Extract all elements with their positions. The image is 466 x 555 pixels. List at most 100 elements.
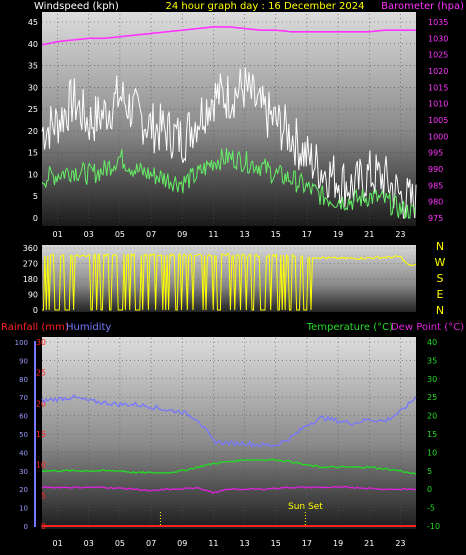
temperature-humidity-panel: 0102030405060708090100 051015202530 -10-… <box>15 337 440 548</box>
x-tick-label: 23 <box>395 539 405 548</box>
x-tick-label: 11 <box>208 230 218 239</box>
direction-tick-label: 360 <box>23 244 38 253</box>
weather-graphs: Windspeed (kph) 24 hour graph day : 16 D… <box>1 1 464 548</box>
graph-title: 24 hour graph day : 16 December 2024 <box>166 1 365 12</box>
temperature-ticks: -10 -5 0 5 10 15 20 25 30 35 40 <box>427 338 440 531</box>
humidity-tick-label: 0 <box>24 523 28 531</box>
direction-ticks: 0 90 180 270 360 <box>23 244 38 315</box>
barometer-tick-label: 975 <box>428 214 443 223</box>
panel-3-background <box>42 337 416 529</box>
barometer-tick-label: 980 <box>428 198 443 207</box>
humidity-tick-label: 80 <box>19 376 28 384</box>
rainfall-tick-label: 30 <box>36 338 46 347</box>
wind-ticks: 0 5 10 15 20 25 30 35 40 45 <box>28 18 38 223</box>
barometer-tick-label: 1010 <box>428 100 448 109</box>
humidity-tick-label: 50 <box>19 431 28 439</box>
temperature-axis-label: Temperature (°C) <box>306 322 393 333</box>
direction-tick-label: 90 <box>28 291 38 300</box>
panel-3-x-ticks: 01 03 05 07 09 11 13 15 17 19 21 23 <box>52 539 405 548</box>
wind-tick-label: 10 <box>28 170 38 179</box>
humidity-tick-label: 100 <box>15 339 28 347</box>
x-tick-label: 19 <box>333 539 343 548</box>
temperature-tick-label: 25 <box>427 393 437 402</box>
direction-tick-label: 180 <box>23 275 38 284</box>
direction-tick-label: 0 <box>33 306 38 315</box>
x-tick-label: 07 <box>146 539 156 548</box>
wind-tick-label: 15 <box>28 149 38 158</box>
x-tick-label: 21 <box>364 539 374 548</box>
barometer-ticks: 975 980 985 990 995 1000 1005 1010 1015 1020 1025 1… <box>428 18 448 223</box>
temperature-tick-label: 40 <box>427 338 437 347</box>
x-tick-label: 05 <box>115 539 125 548</box>
temperature-tick-label: 10 <box>427 448 437 457</box>
wind-tick-label: 40 <box>28 40 38 49</box>
wind-tick-label: 5 <box>33 192 38 201</box>
wind-tick-label: 25 <box>28 105 38 114</box>
wind-tick-label: 35 <box>28 62 38 71</box>
rainfall-tick-label: 15 <box>36 430 46 439</box>
x-tick-label: 09 <box>177 539 187 548</box>
wind-pressure-panel: 051015202530354045 975980985990995100010… <box>28 12 448 239</box>
humidity-tick-label: 20 <box>19 486 28 494</box>
temperature-tick-label: 5 <box>427 467 432 476</box>
humidity-tick-label: 90 <box>19 357 28 365</box>
panel-1-x-ticks: 01 03 05 07 09 11 13 15 17 19 21 23 <box>52 230 405 239</box>
x-tick-label: 01 <box>52 230 62 239</box>
barometer-tick-label: 985 <box>428 181 443 190</box>
barometer-axis-label: Barometer (hpa) <box>381 1 464 12</box>
x-tick-label: 15 <box>271 230 281 239</box>
barometer-tick-label: 1035 <box>428 18 448 27</box>
x-tick-label: 15 <box>271 539 281 548</box>
barometer-tick-label: 995 <box>428 149 443 158</box>
x-tick-label: 11 <box>208 539 218 548</box>
humidity-tick-label: 70 <box>19 394 28 402</box>
x-tick-label: 01 <box>52 539 62 548</box>
x-tick-label: 07 <box>146 230 156 239</box>
rainfall-tick-label: 25 <box>36 369 46 378</box>
wind-tick-label: 45 <box>28 18 38 27</box>
temperature-tick-label: 35 <box>427 356 437 365</box>
x-tick-label: 21 <box>364 230 374 239</box>
x-tick-label: 17 <box>302 539 312 548</box>
wind-axis-label: Windspeed (kph) <box>34 1 119 12</box>
rainfall-axis-label: Rainfall (mm) <box>1 322 69 333</box>
rainfall-tick-label: 5 <box>41 491 46 500</box>
humidity-axis-label: Humidity <box>66 322 111 333</box>
x-tick-label: 23 <box>395 230 405 239</box>
temperature-tick-label: -10 <box>427 522 440 531</box>
direction-tick-label: 270 <box>23 260 38 269</box>
compass-n-top: N <box>436 240 444 253</box>
wind-direction-panel: 0 90 180 270 360 N W S E N <box>23 240 446 317</box>
barometer-tick-label: 1005 <box>428 116 448 125</box>
temperature-tick-label: 0 <box>427 485 432 494</box>
humidity-tick-label: 60 <box>19 413 28 421</box>
barometer-tick-label: 1015 <box>428 83 448 92</box>
temperature-tick-label: 15 <box>427 430 437 439</box>
sunset-label: Sun Set <box>288 502 323 512</box>
x-tick-label: 03 <box>84 539 94 548</box>
barometer-tick-label: 1000 <box>428 132 448 141</box>
temperature-tick-label: 20 <box>427 412 437 421</box>
wind-tick-label: 20 <box>28 127 38 136</box>
humidity-tick-label: 10 <box>19 505 28 513</box>
compass-s: S <box>437 272 444 285</box>
x-tick-label: 19 <box>333 230 343 239</box>
humidity-ticks: 0 10 20 30 40 50 60 70 80 90 100 <box>15 339 28 531</box>
rainfall-tick-label: 10 <box>36 461 46 470</box>
x-tick-label: 09 <box>177 230 187 239</box>
barometer-tick-label: 1020 <box>428 67 448 76</box>
panel-1-background <box>42 12 416 226</box>
barometer-tick-label: 1025 <box>428 51 448 60</box>
x-tick-label: 17 <box>302 230 312 239</box>
temperature-tick-label: -5 <box>427 504 435 513</box>
dewpoint-axis-label: Dew Point (°C) <box>391 322 464 333</box>
humidity-tick-label: 40 <box>19 449 28 457</box>
compass-w: W <box>435 256 446 269</box>
wind-tick-label: 0 <box>33 214 38 223</box>
x-tick-label: 05 <box>115 230 125 239</box>
temperature-tick-label: 30 <box>427 375 437 384</box>
barometer-tick-label: 1030 <box>428 34 448 43</box>
wind-tick-label: 30 <box>28 83 38 92</box>
x-tick-label: 13 <box>239 230 249 239</box>
compass-e: E <box>437 288 444 301</box>
